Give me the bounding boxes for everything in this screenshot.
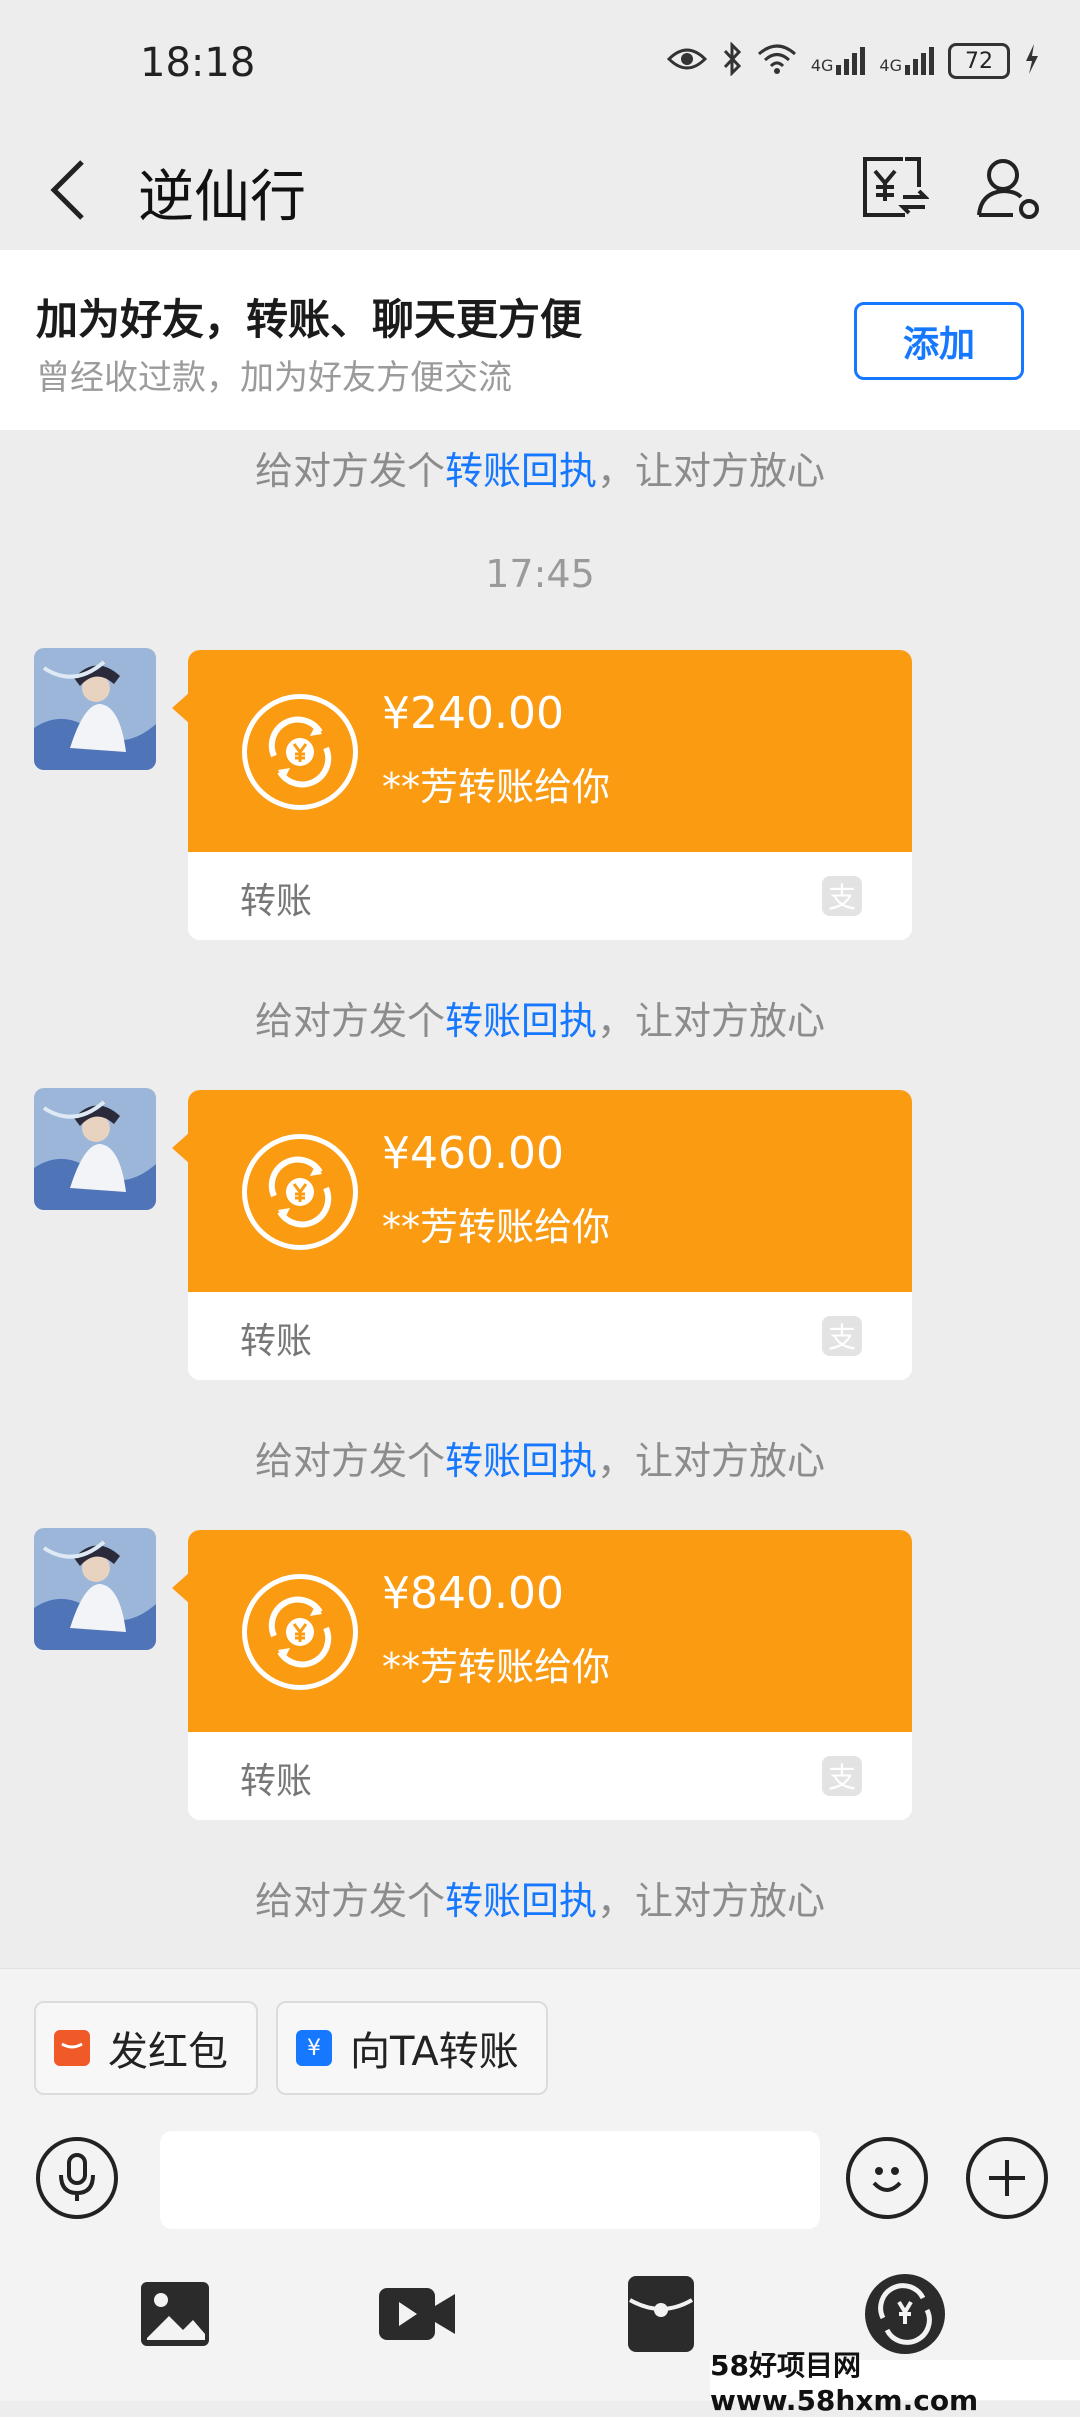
message-input[interactable] (160, 2131, 820, 2229)
transfer-yuan-icon (242, 1134, 358, 1250)
chat-title: 逆仙行 (138, 165, 306, 230)
red-packet-icon (54, 2030, 90, 2066)
voice-button[interactable] (36, 2137, 118, 2219)
transfer-card[interactable]: ¥240.00 **芳转账给你 转账 支 (188, 650, 912, 940)
transfer-card-header: ¥460.00 **芳转账给你 (188, 1090, 912, 1292)
transfer-from: **芳转账给你 (382, 1205, 611, 1249)
video-button[interactable] (372, 2269, 462, 2359)
microphone-icon (59, 2153, 95, 2201)
receipt-prompt-prefix: 给对方发个 (254, 1439, 445, 1483)
receipt-prompt-prefix: 给对方发个 (254, 449, 445, 493)
alipay-icon: 支 (822, 876, 862, 916)
avatar-image (34, 1528, 156, 1650)
red-packet-label: 发红包 (108, 2029, 228, 2075)
more-button[interactable] (966, 2137, 1048, 2219)
transfer-amount: ¥460.00 (382, 1128, 564, 1179)
chat-header: 逆仙行 (0, 130, 1080, 250)
transfer-card[interactable]: ¥840.00 **芳转账给你 转账 支 (188, 1530, 912, 1820)
avatar[interactable] (34, 1088, 156, 1210)
plus-icon (989, 2160, 1025, 2196)
receipt-link[interactable]: 转账回执 (445, 1439, 597, 1483)
chevron-left-icon (50, 160, 84, 220)
receipt-prompt: 给对方发个转账回执，让对方放心 (0, 1430, 1080, 1485)
receipt-prompt-prefix: 给对方发个 (254, 999, 445, 1043)
red-packet-button[interactable]: 发红包 (34, 2001, 258, 2095)
photo-button[interactable] (130, 2269, 220, 2359)
receipt-prompt-suffix: ，让对方放心 (597, 1439, 826, 1483)
eye-icon (666, 45, 707, 77)
transfer-from: **芳转账给你 (382, 765, 611, 809)
smiley-icon (872, 2167, 902, 2192)
add-friend-title: 加为好友，转账、聊天更方便 (36, 295, 583, 344)
network-label: 4G (810, 56, 834, 75)
add-friend-subtitle: 曾经收过款，加为好友方便交流 (36, 358, 512, 398)
transfer-to-ta-button[interactable]: ¥ 向TA转账 (276, 2001, 548, 2095)
composer-panel: 发红包 ¥ 向TA转账 (0, 1968, 1080, 2401)
transfer-yuan-small-icon: ¥ (296, 2030, 332, 2066)
receipt-prompt-prefix: 给对方发个 (254, 1879, 445, 1923)
transfer-amount: ¥840.00 (382, 1568, 564, 1619)
transfer-to-ta-label: 向TA转账 (350, 2029, 519, 2075)
red-envelope-button[interactable] (616, 2269, 706, 2359)
alipay-icon: 支 (822, 1316, 862, 1356)
transfer-card-footer: 转账 支 (188, 1292, 912, 1380)
charging-icon (1024, 44, 1040, 78)
status-bar: 18:18 4G 4G 72 (0, 0, 1080, 130)
avatar-image (34, 1088, 156, 1210)
add-friend-button[interactable]: 添加 (854, 302, 1024, 380)
transfer-from: **芳转账给你 (382, 1645, 611, 1689)
battery-icon: 72 (948, 43, 1010, 79)
receipt-prompt: 给对方发个转账回执，让对方放心 (0, 440, 1080, 495)
alipay-icon: 支 (822, 1756, 862, 1796)
receipt-link[interactable]: 转账回执 (445, 999, 597, 1043)
receipt-prompt-suffix: ，让对方放心 (597, 449, 826, 493)
transfer-label: 转账 (240, 881, 313, 922)
bill-button[interactable] (854, 148, 934, 228)
transfer-label: 转账 (240, 1761, 313, 1802)
transfer-card-header: ¥840.00 **芳转账给你 (188, 1530, 912, 1732)
status-time: 18:18 (140, 40, 256, 86)
status-icons: 4G 4G 72 (666, 41, 1040, 80)
transfer-card-header: ¥240.00 **芳转账给你 (188, 650, 912, 852)
avatar[interactable] (34, 648, 156, 770)
transfer-yuan-icon (242, 694, 358, 810)
watermark-text: 58好项目网www.58hxm.com (710, 2349, 1080, 2417)
network-label-2: 4G (879, 56, 902, 75)
user-settings-icon (977, 159, 1039, 219)
wifi-icon (757, 44, 797, 78)
red-envelope-icon (628, 2276, 694, 2352)
receipt-prompt-suffix: ，让对方放心 (597, 999, 826, 1043)
transfer-card-footer: 转账 支 (188, 1732, 912, 1820)
avatar[interactable] (34, 1528, 156, 1650)
transfer-amount: ¥240.00 (382, 688, 564, 739)
signal-icon-2: 4G (879, 47, 934, 75)
receipt-link[interactable]: 转账回执 (445, 1879, 597, 1923)
bill-transfer-icon (863, 157, 929, 217)
add-friend-banner: 加为好友，转账、聊天更方便 曾经收过款，加为好友方便交流 添加 (0, 250, 1080, 430)
signal-icon: 4G (811, 47, 866, 75)
video-camera-icon (379, 2288, 455, 2340)
back-button[interactable] (48, 150, 108, 230)
image-icon (141, 2282, 209, 2346)
profile-button[interactable] (968, 148, 1048, 228)
receipt-prompt: 给对方发个转账回执，让对方放心 (0, 990, 1080, 1045)
transfer-label: 转账 (240, 1321, 313, 1362)
bluetooth-icon (721, 41, 743, 80)
emoji-button[interactable] (846, 2137, 928, 2219)
message-timestamp: 17:45 (485, 552, 595, 596)
transfer-yuan-icon (242, 1574, 358, 1690)
transfer-card[interactable]: ¥460.00 **芳转账给你 转账 支 (188, 1090, 912, 1380)
receipt-prompt: 给对方发个转账回执，让对方放心 (0, 1870, 1080, 1925)
transfer-card-footer: 转账 支 (188, 852, 912, 940)
avatar-image (34, 648, 156, 770)
receipt-link[interactable]: 转账回执 (445, 449, 597, 493)
receipt-prompt-suffix: ，让对方放心 (597, 1879, 826, 1923)
